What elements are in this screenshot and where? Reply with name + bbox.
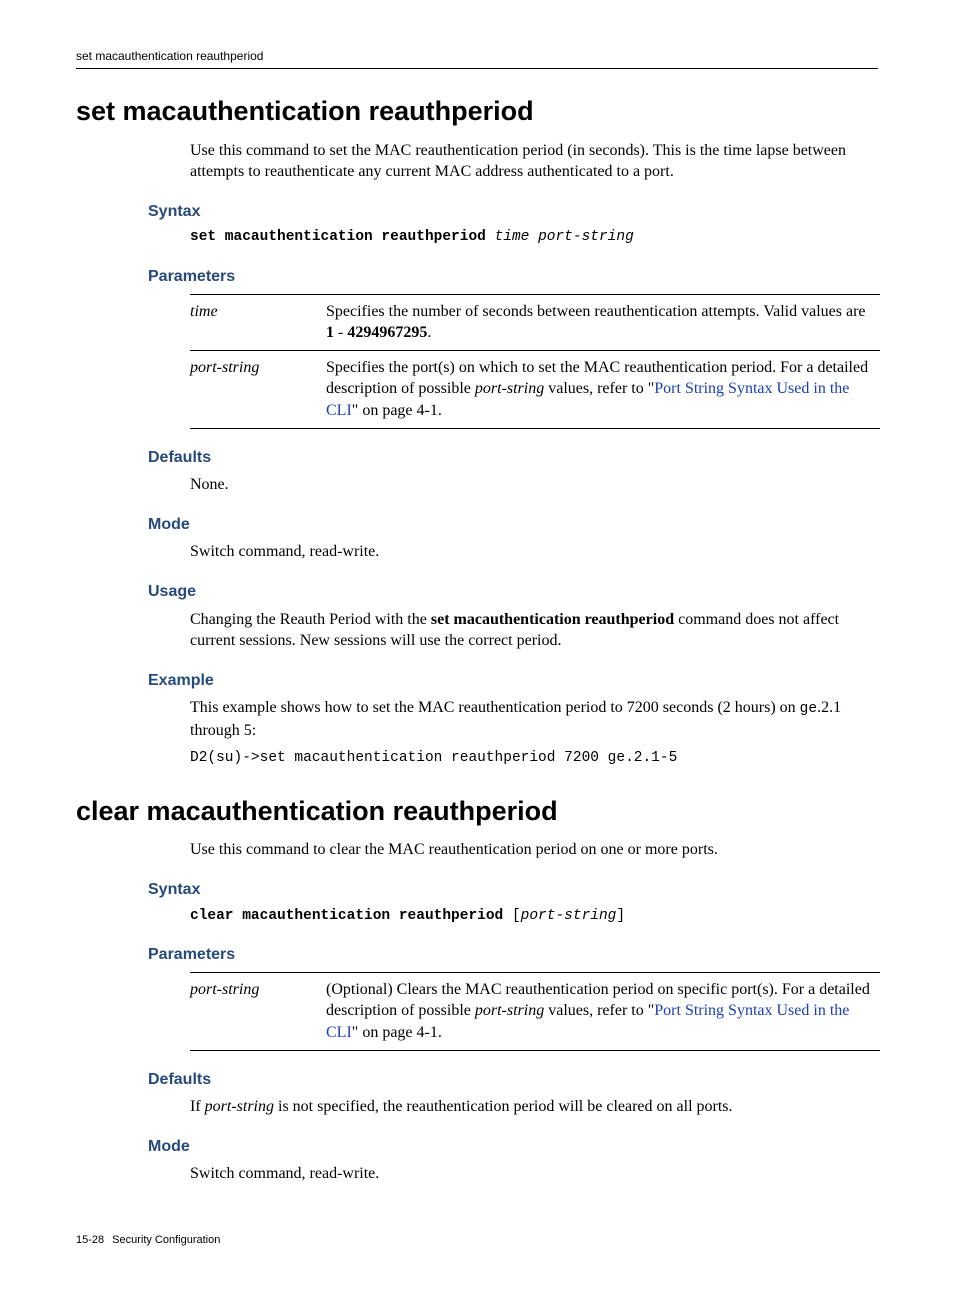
header-rule <box>76 68 878 69</box>
parameters-heading-2: Parameters <box>148 944 878 966</box>
param-name: time <box>190 294 326 350</box>
syntax-heading-2: Syntax <box>148 879 878 901</box>
example-code: D2(su)->set macauthentication reauthperi… <box>190 749 878 769</box>
parameters-heading: Parameters <box>148 266 878 288</box>
param-desc: Specifies the port(s) on which to set th… <box>326 350 880 428</box>
syntax-line-2: clear macauthentication reauthperiod [po… <box>190 907 878 927</box>
parameters-table: time Specifies the number of seconds bet… <box>190 294 880 429</box>
param-row-portstring: port-string Specifies the port(s) on whi… <box>190 350 880 428</box>
param-row-time: time Specifies the number of seconds bet… <box>190 294 880 350</box>
example-heading: Example <box>148 670 878 692</box>
command2-title: clear macauthentication reauthperiod <box>76 793 878 829</box>
syntax-line: set macauthentication reauthperiod time … <box>190 228 878 248</box>
syntax-command: clear macauthentication reauthperiod <box>190 908 512 924</box>
footer-section: Security Configuration <box>112 1234 220 1246</box>
command1-title: set macauthentication reauthperiod <box>76 93 878 129</box>
command2-intro: Use this command to clear the MAC reauth… <box>190 839 878 861</box>
param-name: port-string <box>190 972 326 1050</box>
defaults-heading: Defaults <box>148 447 878 469</box>
parameters-table-2: port-string (Optional) Clears the MAC re… <box>190 972 880 1051</box>
syntax-command: set macauthentication reauthperiod <box>190 229 495 245</box>
mode-heading-2: Mode <box>148 1136 878 1158</box>
param-desc: Specifies the number of seconds between … <box>326 294 880 350</box>
param-desc: (Optional) Clears the MAC reauthenticati… <box>326 972 880 1050</box>
page-footer: 15-28 Security Configuration <box>76 1233 878 1248</box>
usage-body: Changing the Reauth Period with the set … <box>190 609 878 652</box>
mode-body-2: Switch command, read-write. <box>190 1163 878 1185</box>
running-header: set macauthentication reauthperiod <box>76 48 878 68</box>
defaults-body-2: If port-string is not specified, the rea… <box>190 1096 878 1118</box>
mode-heading: Mode <box>148 514 878 536</box>
usage-heading: Usage <box>148 581 878 603</box>
page-number: 15-28 <box>76 1234 104 1246</box>
syntax-heading: Syntax <box>148 201 878 223</box>
syntax-args: time port-string <box>495 229 634 245</box>
mode-body: Switch command, read-write. <box>190 541 878 563</box>
param-row-portstring-2: port-string (Optional) Clears the MAC re… <box>190 972 880 1050</box>
example-intro: This example shows how to set the MAC re… <box>190 697 878 741</box>
defaults-heading-2: Defaults <box>148 1069 878 1091</box>
param-name: port-string <box>190 350 326 428</box>
syntax-args: port-string <box>521 908 617 924</box>
command1-intro: Use this command to set the MAC reauthen… <box>190 140 878 183</box>
defaults-body: None. <box>190 474 878 496</box>
